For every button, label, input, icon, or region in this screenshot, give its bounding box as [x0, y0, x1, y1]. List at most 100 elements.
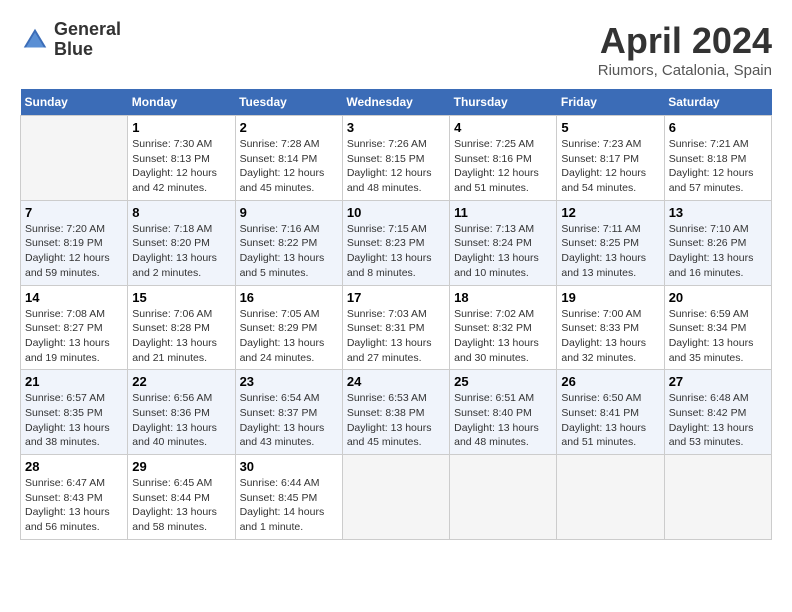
- day-info: Sunrise: 6:51 AMSunset: 8:40 PMDaylight:…: [454, 391, 552, 450]
- calendar-week-row: 7 Sunrise: 7:20 AMSunset: 8:19 PMDaylight…: [21, 200, 772, 285]
- day-number: 13: [669, 205, 767, 220]
- day-info: Sunrise: 7:02 AMSunset: 8:32 PMDaylight:…: [454, 307, 552, 366]
- day-number: 26: [561, 374, 659, 389]
- day-number: 28: [25, 459, 123, 474]
- day-number: 22: [132, 374, 230, 389]
- calendar-cell: 25 Sunrise: 6:51 AMSunset: 8:40 PMDayligh…: [450, 370, 557, 455]
- calendar-cell: 10Sunrise: 7:15 AMSunset: 8:23 PMDayligh…: [342, 200, 449, 285]
- day-info: Sunrise: 7:26 AMSunset: 8:15 PMDaylight:…: [347, 137, 445, 196]
- calendar-cell: 18Sunrise: 7:02 AMSunset: 8:32 PMDayligh…: [450, 285, 557, 370]
- weekday-header: Monday: [128, 89, 235, 116]
- calendar-cell: 27 Sunrise: 6:48 AMSunset: 8:42 PMDayligh…: [664, 370, 771, 455]
- day-info: Sunrise: 7:23 AMSunset: 8:17 PMDaylight:…: [561, 137, 659, 196]
- day-info: Sunrise: 6:48 AMSunset: 8:42 PMDaylight:…: [669, 391, 767, 450]
- calendar-cell: 23 Sunrise: 6:54 AMSunset: 8:37 PMDayligh…: [235, 370, 342, 455]
- day-number: 20: [669, 290, 767, 305]
- calendar-cell: [664, 455, 771, 540]
- calendar-cell: 30Sunrise: 6:44 AMSunset: 8:45 PMDayligh…: [235, 455, 342, 540]
- day-number: 10: [347, 205, 445, 220]
- day-info: Sunrise: 6:56 AMSunset: 8:36 PMDaylight:…: [132, 391, 230, 450]
- day-number: 23: [240, 374, 338, 389]
- calendar-cell: 29Sunrise: 6:45 AMSunset: 8:44 PMDayligh…: [128, 455, 235, 540]
- calendar-cell: 3 Sunrise: 7:26 AMSunset: 8:15 PMDaylight…: [342, 116, 449, 201]
- calendar-week-row: 14Sunrise: 7:08 AMSunset: 8:27 PMDayligh…: [21, 285, 772, 370]
- calendar-cell: 8Sunrise: 7:18 AMSunset: 8:20 PMDaylight…: [128, 200, 235, 285]
- day-number: 29: [132, 459, 230, 474]
- weekday-header: Thursday: [450, 89, 557, 116]
- day-info: Sunrise: 7:16 AMSunset: 8:22 PMDaylight:…: [240, 222, 338, 281]
- day-number: 21: [25, 374, 123, 389]
- weekday-header: Wednesday: [342, 89, 449, 116]
- location-subtitle: Riumors, Catalonia, Spain: [598, 62, 772, 79]
- day-info: Sunrise: 7:13 AMSunset: 8:24 PMDaylight:…: [454, 222, 552, 281]
- calendar-week-row: 28Sunrise: 6:47 AMSunset: 8:43 PMDayligh…: [21, 455, 772, 540]
- day-info: Sunrise: 7:30 AMSunset: 8:13 PMDaylight:…: [132, 137, 230, 196]
- day-number: 1: [132, 120, 230, 135]
- day-info: Sunrise: 7:05 AMSunset: 8:29 PMDaylight:…: [240, 307, 338, 366]
- day-info: Sunrise: 7:06 AMSunset: 8:28 PMDaylight:…: [132, 307, 230, 366]
- calendar-table: SundayMondayTuesdayWednesdayThursdayFrid…: [20, 89, 772, 540]
- calendar-cell: 21 Sunrise: 6:57 AMSunset: 8:35 PMDayligh…: [21, 370, 128, 455]
- calendar-cell: 28Sunrise: 6:47 AMSunset: 8:43 PMDayligh…: [21, 455, 128, 540]
- calendar-cell: 11 Sunrise: 7:13 AMSunset: 8:24 PMDayligh…: [450, 200, 557, 285]
- calendar-cell: 7 Sunrise: 7:20 AMSunset: 8:19 PMDaylight…: [21, 200, 128, 285]
- calendar-cell: 26 Sunrise: 6:50 AMSunset: 8:41 PMDayligh…: [557, 370, 664, 455]
- day-number: 3: [347, 120, 445, 135]
- calendar-cell: 19Sunrise: 7:00 AMSunset: 8:33 PMDayligh…: [557, 285, 664, 370]
- weekday-header: Sunday: [21, 89, 128, 116]
- day-number: 11: [454, 205, 552, 220]
- logo-text: General Blue: [54, 20, 121, 60]
- calendar-cell: 2 Sunrise: 7:28 AMSunset: 8:14 PMDaylight…: [235, 116, 342, 201]
- logo-icon: [20, 25, 50, 55]
- day-number: 6: [669, 120, 767, 135]
- calendar-cell: [557, 455, 664, 540]
- calendar-cell: 1 Sunrise: 7:30 AMSunset: 8:13 PMDaylight…: [128, 116, 235, 201]
- calendar-cell: 14Sunrise: 7:08 AMSunset: 8:27 PMDayligh…: [21, 285, 128, 370]
- weekday-header: Tuesday: [235, 89, 342, 116]
- calendar-cell: 15 Sunrise: 7:06 AMSunset: 8:28 PMDayligh…: [128, 285, 235, 370]
- day-number: 16: [240, 290, 338, 305]
- day-info: Sunrise: 7:11 AMSunset: 8:25 PMDaylight:…: [561, 222, 659, 281]
- weekday-header: Saturday: [664, 89, 771, 116]
- calendar-cell: [342, 455, 449, 540]
- day-number: 9: [240, 205, 338, 220]
- day-number: 27: [669, 374, 767, 389]
- day-info: Sunrise: 7:28 AMSunset: 8:14 PMDaylight:…: [240, 137, 338, 196]
- day-info: Sunrise: 6:54 AMSunset: 8:37 PMDaylight:…: [240, 391, 338, 450]
- day-number: 24: [347, 374, 445, 389]
- weekday-header-row: SundayMondayTuesdayWednesdayThursdayFrid…: [21, 89, 772, 116]
- day-number: 5: [561, 120, 659, 135]
- calendar-cell: 5 Sunrise: 7:23 AMSunset: 8:17 PMDaylight…: [557, 116, 664, 201]
- calendar-cell: 24Sunrise: 6:53 AMSunset: 8:38 PMDayligh…: [342, 370, 449, 455]
- day-number: 30: [240, 459, 338, 474]
- calendar-cell: 9 Sunrise: 7:16 AMSunset: 8:22 PMDaylight…: [235, 200, 342, 285]
- calendar-week-row: 1 Sunrise: 7:30 AMSunset: 8:13 PMDaylight…: [21, 116, 772, 201]
- day-number: 7: [25, 205, 123, 220]
- day-number: 25: [454, 374, 552, 389]
- day-info: Sunrise: 7:08 AMSunset: 8:27 PMDaylight:…: [25, 307, 123, 366]
- day-info: Sunrise: 6:59 AMSunset: 8:34 PMDaylight:…: [669, 307, 767, 366]
- logo: General Blue: [20, 20, 121, 60]
- calendar-cell: 4Sunrise: 7:25 AMSunset: 8:16 PMDaylight…: [450, 116, 557, 201]
- title-block: April 2024 Riumors, Catalonia, Spain: [598, 20, 772, 79]
- day-number: 17: [347, 290, 445, 305]
- calendar-cell: [450, 455, 557, 540]
- calendar-week-row: 21 Sunrise: 6:57 AMSunset: 8:35 PMDayligh…: [21, 370, 772, 455]
- calendar-cell: 13 Sunrise: 7:10 AMSunset: 8:26 PMDayligh…: [664, 200, 771, 285]
- day-info: Sunrise: 7:21 AMSunset: 8:18 PMDaylight:…: [669, 137, 767, 196]
- page-header: General Blue April 2024 Riumors, Catalon…: [20, 20, 772, 79]
- calendar-cell: 16 Sunrise: 7:05 AMSunset: 8:29 PMDayligh…: [235, 285, 342, 370]
- day-number: 2: [240, 120, 338, 135]
- day-number: 8: [132, 205, 230, 220]
- day-number: 19: [561, 290, 659, 305]
- calendar-cell: 12 Sunrise: 7:11 AMSunset: 8:25 PMDayligh…: [557, 200, 664, 285]
- day-number: 12: [561, 205, 659, 220]
- day-info: Sunrise: 7:20 AMSunset: 8:19 PMDaylight:…: [25, 222, 123, 281]
- day-number: 4: [454, 120, 552, 135]
- day-number: 15: [132, 290, 230, 305]
- weekday-header: Friday: [557, 89, 664, 116]
- day-info: Sunrise: 6:50 AMSunset: 8:41 PMDaylight:…: [561, 391, 659, 450]
- day-info: Sunrise: 7:10 AMSunset: 8:26 PMDaylight:…: [669, 222, 767, 281]
- day-info: Sunrise: 6:57 AMSunset: 8:35 PMDaylight:…: [25, 391, 123, 450]
- day-info: Sunrise: 7:03 AMSunset: 8:31 PMDaylight:…: [347, 307, 445, 366]
